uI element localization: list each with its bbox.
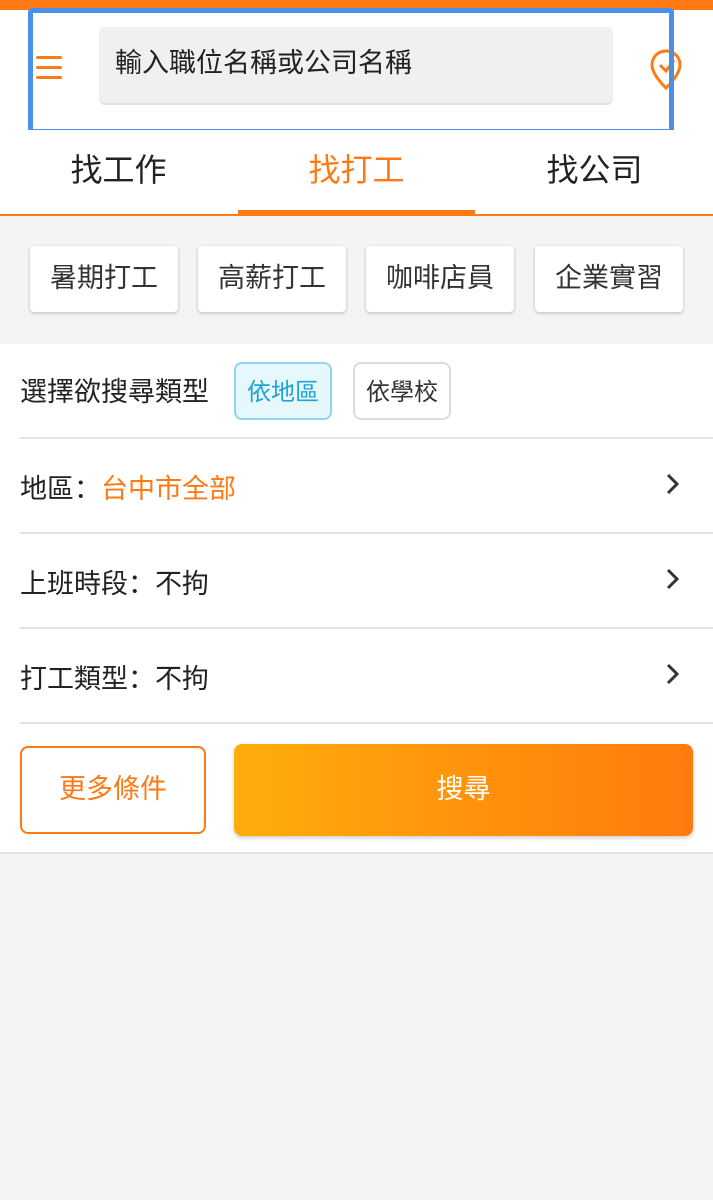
location-pin-icon[interactable] (648, 48, 684, 92)
search-type-by-school-button[interactable]: 依學校 (353, 362, 451, 420)
search-form: 選擇欲搜尋類型 依地區 依學校 地區：台中市全部 上班時段：不拘 打工類型：不拘… (0, 344, 713, 854)
top-bar (0, 10, 713, 130)
search-box[interactable] (99, 27, 613, 105)
tab-bar: 找工作 找打工 找公司 (0, 130, 713, 216)
hamburger-menu-icon[interactable] (36, 56, 64, 80)
quick-tags: 暑期打工 高薪打工 咖啡店員 企業實習 (0, 216, 713, 344)
search-input[interactable] (115, 41, 585, 85)
tab-find-company[interactable]: 找公司 (476, 130, 713, 214)
filter-region-key: 地區： (20, 474, 101, 505)
quick-tag-cafe[interactable]: 咖啡店員 (366, 246, 514, 312)
filter-shift-label: 上班時段：不拘 (20, 562, 209, 601)
chevron-right-icon (666, 663, 680, 685)
filter-jobtype-value: 不拘 (155, 664, 209, 695)
filter-shift-value: 不拘 (155, 569, 209, 600)
chevron-right-icon (666, 473, 680, 495)
status-bar (0, 0, 713, 10)
filter-jobtype-label: 打工類型：不拘 (20, 657, 209, 696)
filter-region-row[interactable]: 地區：台中市全部 (0, 439, 713, 533)
quick-tag-internship[interactable]: 企業實習 (535, 246, 683, 312)
filter-shift-key: 上班時段： (20, 569, 155, 600)
search-type-by-region-button[interactable]: 依地區 (234, 362, 332, 420)
filter-region-label: 地區：台中市全部 (20, 467, 236, 506)
divider (20, 722, 713, 724)
search-type-label: 選擇欲搜尋類型 (20, 377, 209, 408)
search-type-row: 選擇欲搜尋類型 依地區 依學校 (0, 344, 713, 438)
tab-find-job[interactable]: 找工作 (0, 130, 237, 214)
more-conditions-button[interactable]: 更多條件 (20, 746, 206, 834)
filter-region-value: 台中市全部 (101, 474, 236, 505)
chevron-right-icon (666, 568, 680, 590)
quick-tag-high-pay[interactable]: 高薪打工 (198, 246, 346, 312)
filter-jobtype-key: 打工類型： (20, 664, 155, 695)
quick-tag-summer[interactable]: 暑期打工 (30, 246, 178, 312)
filter-shift-row[interactable]: 上班時段：不拘 (0, 534, 713, 628)
search-button[interactable]: 搜尋 (234, 744, 693, 836)
filter-jobtype-row[interactable]: 打工類型：不拘 (0, 629, 713, 723)
tab-find-parttime[interactable]: 找打工 (238, 130, 475, 216)
